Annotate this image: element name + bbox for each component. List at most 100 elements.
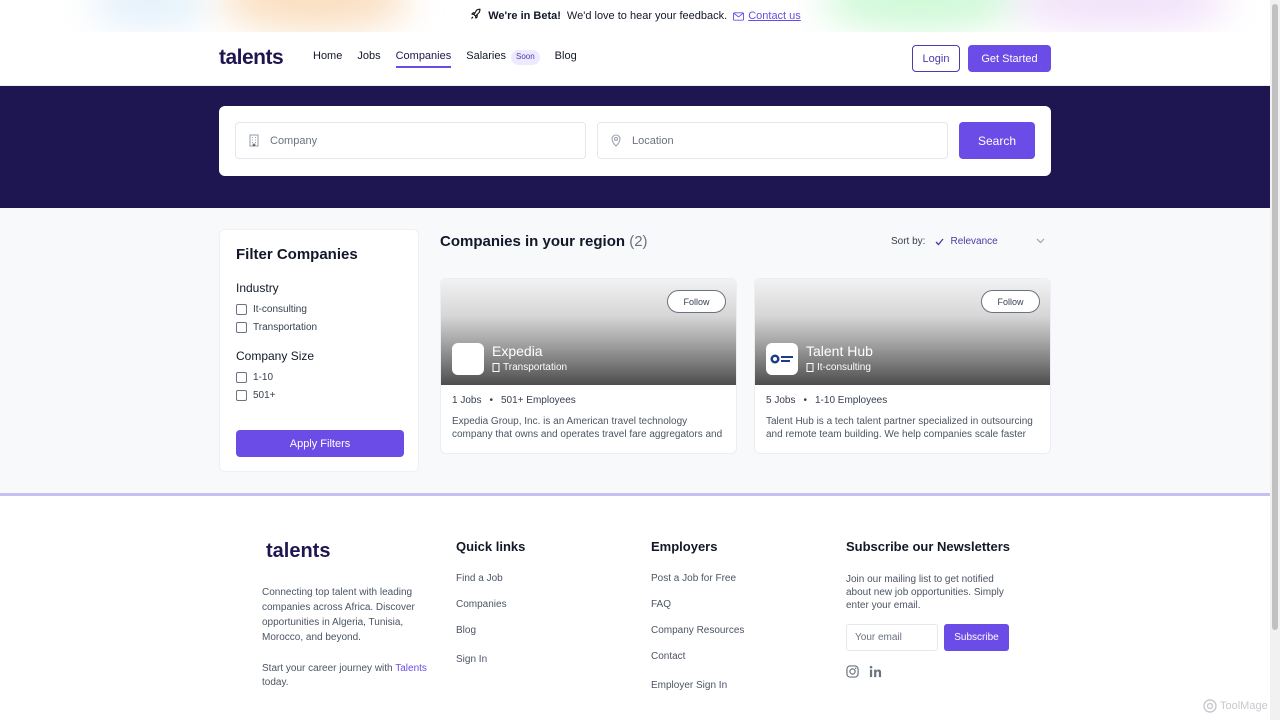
company-input[interactable] [270,134,550,147]
footer: talents Connecting top talent with leadi… [0,493,1270,720]
footer-logo[interactable]: talents [266,540,330,563]
company-card-expedia[interactable]: Follow Expedia Transportation 1 Jobs • 5… [440,278,737,454]
company-name[interactable]: Talent Hub [806,343,873,359]
company-card-talent-hub[interactable]: Follow Talent Hub It-consulting 5 Jobs •… [754,278,1051,454]
employers-title: Employers [651,539,718,554]
newsletter: Subscribe our Newsletters Join our maili… [846,539,1016,683]
link-faq[interactable]: FAQ [651,599,744,610]
watermark: ToolMage [1203,699,1268,713]
company-size-label: Company Size [236,349,315,363]
link-contact[interactable]: Contact [651,651,744,662]
check-icon [936,238,944,245]
link-sign-in[interactable]: Sign In [456,654,525,665]
subscribe-button[interactable]: Subscribe [944,624,1009,651]
results-count: (2) [629,233,648,250]
building-icon [249,134,259,147]
employee-count: 501+ Employees [500,395,576,406]
company-field[interactable] [235,122,586,159]
company-meta: 5 Jobs • 1-10 Employees [766,395,888,406]
jobs-count: 5 Jobs [766,395,796,406]
newsletter-email-input[interactable]: Your email [846,624,938,651]
sort-control: Sort by: Relevance [891,236,1045,247]
company-meta: 1 Jobs • 501+ Employees [452,395,576,406]
jobs-count: 1 Jobs [452,395,482,406]
social-links [846,665,1016,683]
sort-select[interactable]: Relevance [935,236,1045,247]
location-input[interactable] [632,134,912,147]
quick-links-title: Quick links [456,539,526,554]
results-title: Companies in your region (2) [440,233,648,250]
company-logo [766,343,798,375]
checkbox[interactable] [236,372,247,383]
nav-blog[interactable]: Blog [555,50,577,68]
footer-about: Connecting top talent with leading compa… [262,587,415,643]
location-field[interactable] [597,122,948,159]
link-company-resources[interactable]: Company Resources [651,625,744,636]
filter-size-1-10[interactable]: 1-10 [236,372,402,383]
filter-size-501[interactable]: 501+ [236,390,402,401]
nav-jobs[interactable]: Jobs [357,50,380,68]
map-pin-icon [611,134,621,147]
newsletter-title: Subscribe our Newsletters [846,539,1010,554]
chevron-down-icon [1036,236,1045,247]
instagram-icon[interactable] [846,665,859,683]
nav-salaries[interactable]: Salaries Soon [466,50,540,68]
company-description: Expedia Group, Inc. is an American trave… [452,416,723,440]
checkbox[interactable] [236,390,247,401]
link-find-a-job[interactable]: Find a Job [456,573,525,584]
industry-label: Industry [236,281,279,295]
linkedin-icon[interactable] [869,665,882,683]
top-nav: talents Home Jobs Companies Salaries Soon… [0,32,1270,86]
company-logo [452,343,484,375]
link-blog[interactable]: Blog [456,625,525,636]
filter-title: Filter Companies [236,246,358,263]
company-industry: It-consulting [806,362,871,373]
mail-icon [733,11,745,21]
building-icon [806,363,814,372]
filter-industry-it-consulting[interactable]: It-consulting [236,304,402,315]
building-icon [492,363,500,372]
sort-label: Sort by: [891,236,926,247]
watermark-logo-icon [1203,699,1217,713]
filter-panel: Filter Companies Industry It-consulting … [219,229,419,472]
talents-link[interactable]: Talents [395,663,427,674]
talent-hub-logo-icon [770,354,793,364]
follow-button[interactable]: Follow [981,290,1040,313]
checkbox[interactable] [236,304,247,315]
page: We're in Beta! We'd love to hear your fe… [0,0,1270,720]
contact-us-label: Contact us [748,10,801,22]
company-industry: Transportation [492,362,567,373]
link-employer-sign-in[interactable]: Employer Sign In [651,680,744,691]
company-name[interactable]: Expedia [492,343,543,359]
get-started-button[interactable]: Get Started [968,45,1051,72]
link-post-a-job[interactable]: Post a Job for Free [651,573,744,584]
quick-links: Quick links Find a Job Companies Blog Si… [456,539,525,680]
company-description: Talent Hub is a tech talent partner spec… [766,416,1033,440]
nav-home[interactable]: Home [313,50,342,68]
scrollbar[interactable] [1270,0,1280,720]
beta-text: We'd love to hear your feedback. [566,10,728,22]
rocket-icon [469,8,482,24]
search-button[interactable]: Search [959,122,1035,159]
footer-journey: Start your career journey with Talents t… [262,663,427,688]
company-banner: Follow Expedia Transportation [441,279,736,385]
login-button[interactable]: Login [912,45,960,72]
soon-badge: Soon [510,50,540,65]
apply-filters-button[interactable]: Apply Filters [236,430,404,457]
main-menu: Home Jobs Companies Salaries Soon Blog [313,50,577,68]
employee-count: 1-10 Employees [814,395,888,406]
scrollbar-thumb[interactable] [1272,4,1278,630]
company-banner: Follow Talent Hub It-consulting [755,279,1050,385]
nav-companies[interactable]: Companies [395,50,452,68]
contact-us-link[interactable]: Contact us [733,10,801,22]
employers-links: Employers Post a Job for Free FAQ Compan… [651,539,744,706]
follow-button[interactable]: Follow [667,290,726,313]
newsletter-text: Join our mailing list to get notified ab… [846,574,1004,611]
search-card: Search [219,106,1051,176]
talents-logo[interactable]: talents [219,46,284,70]
filter-industry-transportation[interactable]: Transportation [236,322,402,333]
search-hero: Search [0,86,1270,208]
link-companies[interactable]: Companies [456,599,525,610]
beta-title: We're in Beta! [488,10,561,22]
checkbox[interactable] [236,322,247,333]
